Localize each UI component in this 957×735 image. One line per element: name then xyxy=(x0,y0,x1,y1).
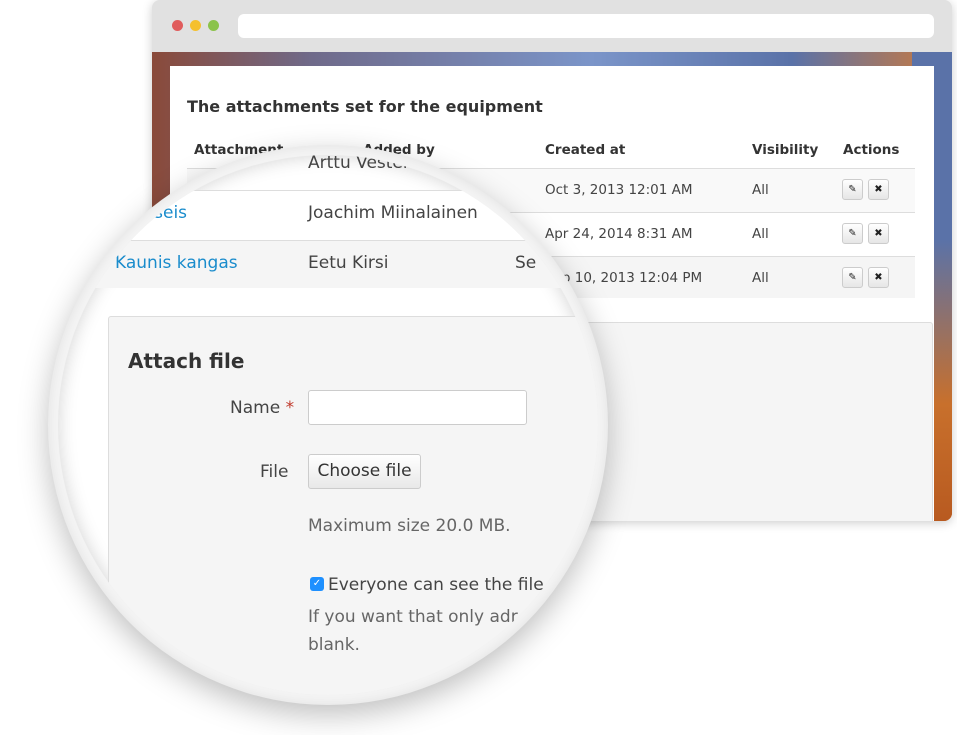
attachment-link[interactable]: -seis xyxy=(148,203,187,223)
address-bar[interactable] xyxy=(238,14,934,38)
header-created-at: Created at xyxy=(545,142,626,158)
name-input[interactable] xyxy=(308,390,527,425)
checkbox-label[interactable]: Everyone can see the file xyxy=(328,575,544,595)
help-text: If you want that only adr xyxy=(308,607,518,627)
name-label-text: Name xyxy=(230,398,281,418)
attach-file-title: Attach file xyxy=(128,349,245,373)
visibility: All xyxy=(752,270,769,286)
header-visibility: Visibility xyxy=(752,142,819,158)
section-title: The attachments set for the equipment xyxy=(187,97,543,116)
browser-titlebar xyxy=(152,0,952,52)
visibility-checkbox[interactable]: ✓ xyxy=(310,577,324,591)
required-mark: * xyxy=(285,398,295,418)
created-at-partial: Se xyxy=(515,253,537,273)
pencil-icon[interactable]: ✎ xyxy=(842,267,863,288)
help-text-continued: blank. xyxy=(308,635,360,655)
visibility: All xyxy=(752,226,769,242)
attachment-link[interactable]: Kaunis kangas xyxy=(115,253,238,273)
close-icon[interactable]: ✖ xyxy=(868,179,889,200)
pencil-icon[interactable]: ✎ xyxy=(842,223,863,244)
minimize-window-dot[interactable] xyxy=(190,20,201,31)
visibility: All xyxy=(752,182,769,198)
header-actions: Actions xyxy=(843,142,900,158)
max-size-text: Maximum size 20.0 MB. xyxy=(308,516,511,536)
maximize-window-dot[interactable] xyxy=(208,20,219,31)
added-by: Arttu Vesterinen xyxy=(308,155,447,173)
pencil-icon[interactable]: ✎ xyxy=(842,179,863,200)
file-label: File xyxy=(260,462,289,482)
close-icon[interactable]: ✖ xyxy=(868,267,889,288)
close-window-dot[interactable] xyxy=(172,20,183,31)
table-row: Kaunis kangas Eetu Kirsi Se xyxy=(58,240,598,288)
added-by: Eetu Kirsi xyxy=(308,253,389,273)
magnifier-lens: Arttu Vesterinen -seis Joachim Miinalain… xyxy=(58,155,598,695)
close-icon[interactable]: ✖ xyxy=(868,223,889,244)
added-by: Joachim Miinalainen xyxy=(308,203,478,223)
choose-file-button[interactable]: Choose file xyxy=(308,454,421,489)
name-label: Name * xyxy=(230,398,294,418)
table-row: -seis Joachim Miinalainen xyxy=(58,190,598,240)
